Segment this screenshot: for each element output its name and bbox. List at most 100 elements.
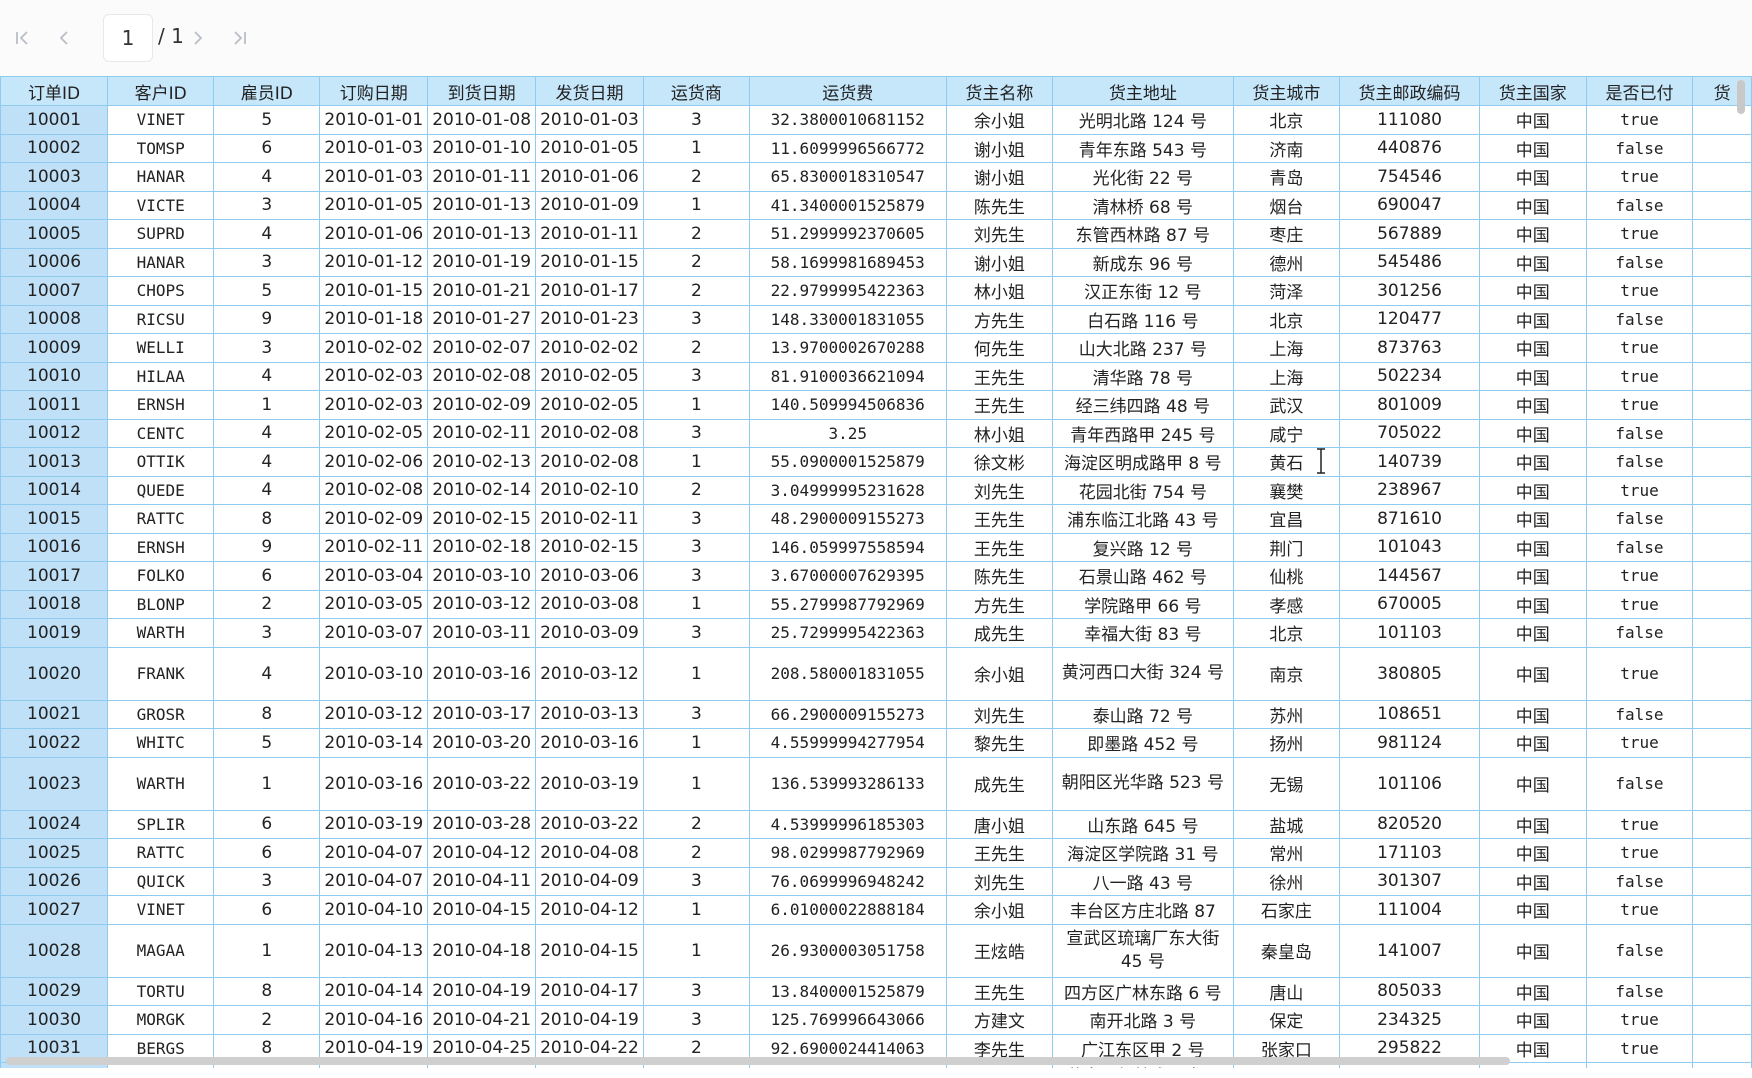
table-cell[interactable]: 中国 [1478, 276, 1587, 306]
table-cell[interactable]: 秦皇岛 [1232, 923, 1341, 978]
table-cell[interactable]: 中国 [1478, 247, 1587, 277]
horizontal-scrollbar[interactable] [0, 1054, 1752, 1068]
table-cell[interactable]: 2010-01-18 [319, 304, 429, 334]
table-cell[interactable]: 中国 [1478, 105, 1587, 135]
table-cell[interactable]: 方先生 [945, 589, 1054, 619]
table-cell[interactable]: 2010-02-10 [535, 475, 644, 505]
table-cell[interactable]: 3 [642, 976, 750, 1006]
table-cell[interactable]: 2010-04-12 [535, 895, 644, 925]
table-cell[interactable]: 中国 [1478, 162, 1587, 192]
table-cell[interactable]: 6 [213, 838, 321, 868]
table-cell[interactable]: 2010-01-23 [535, 304, 644, 334]
table-cell[interactable] [1692, 1005, 1752, 1035]
table-cell[interactable]: 宜昌 [1232, 504, 1341, 534]
table-cell[interactable]: 141007 [1339, 923, 1480, 978]
table-cell[interactable]: 2010-01-03 [319, 133, 429, 163]
table-cell[interactable]: 41.3400001525879 [748, 190, 947, 220]
table-cell[interactable]: true [1585, 475, 1694, 505]
table-cell[interactable]: SUPRD [107, 219, 215, 249]
table-cell[interactable]: 26.9300003051758 [748, 923, 947, 978]
table-cell[interactable]: 3.25 [748, 418, 947, 448]
table-cell[interactable]: 2010-01-15 [535, 247, 644, 277]
table-cell[interactable]: HILAA [107, 361, 215, 391]
table-cell[interactable]: 2 [642, 333, 750, 363]
table-row[interactable]: 10023 WARTH 1 2010-03-16 2010-03-22 2010-03-1… [0, 756, 1752, 811]
table-row[interactable]: 10029 TORTU 8 2010-04-14 2010-04-19 2010-04-1… [0, 976, 1752, 1006]
table-cell[interactable]: 440876 [1339, 133, 1480, 163]
table-cell[interactable]: HANAR [107, 247, 215, 277]
table-cell[interactable]: 4 [213, 361, 321, 391]
table-cell[interactable]: 3 [642, 361, 750, 391]
table-cell[interactable]: 2010-02-14 [427, 475, 537, 505]
table-cell[interactable]: false [1585, 699, 1694, 729]
table-cell[interactable]: 801009 [1339, 390, 1480, 420]
table-cell[interactable]: 10007 [0, 276, 109, 306]
table-cell[interactable]: 王先生 [945, 532, 1054, 562]
table-cell[interactable]: 6.01000022888184 [748, 895, 947, 925]
table-cell[interactable]: 10026 [0, 866, 109, 896]
table-cell[interactable]: 98.0299987792969 [748, 838, 947, 868]
table-cell[interactable]: 中国 [1478, 646, 1587, 701]
table-cell[interactable]: 6 [213, 809, 321, 839]
table-cell[interactable]: 1 [642, 447, 750, 477]
table-cell[interactable]: 清林桥 68 号 [1052, 190, 1234, 220]
table-cell[interactable]: TOMSP [107, 133, 215, 163]
table-cell[interactable]: 208.580001831055 [748, 646, 947, 701]
table-cell[interactable]: 南开北路 3 号 [1052, 1005, 1234, 1035]
table-cell[interactable]: 9 [213, 532, 321, 562]
table-cell[interactable]: true [1585, 838, 1694, 868]
table-cell[interactable] [1692, 561, 1752, 591]
table-cell[interactable]: 2010-02-11 [319, 532, 429, 562]
column-header[interactable]: 货主国家 [1478, 76, 1587, 106]
table-cell[interactable]: 林小姐 [945, 418, 1054, 448]
table-cell[interactable]: 2010-01-10 [427, 133, 537, 163]
table-cell[interactable] [1692, 276, 1752, 306]
table-cell[interactable]: 2010-03-05 [319, 589, 429, 619]
column-header[interactable]: 是否已付 [1585, 76, 1694, 106]
table-cell[interactable]: 10012 [0, 418, 109, 448]
table-cell[interactable]: 中国 [1478, 361, 1587, 391]
table-cell[interactable]: 10020 [0, 646, 109, 701]
table-cell[interactable]: 北京 [1232, 618, 1341, 648]
table-cell[interactable]: ERNSH [107, 390, 215, 420]
column-header[interactable]: 货主城市 [1232, 76, 1341, 106]
last-page-icon[interactable] [224, 18, 256, 54]
table-cell[interactable]: 1 [642, 589, 750, 619]
table-cell[interactable] [1692, 504, 1752, 534]
table-cell[interactable]: 301307 [1339, 866, 1480, 896]
table-cell[interactable]: 873763 [1339, 333, 1480, 363]
table-row[interactable]: 10002 TOMSP 6 2010-01-03 2010-01-10 2010-01-0… [0, 133, 1752, 163]
table-cell[interactable]: 58.1699981689453 [748, 247, 947, 277]
table-cell[interactable]: 2010-02-02 [535, 333, 644, 363]
table-cell[interactable]: 25.7299995422363 [748, 618, 947, 648]
table-cell[interactable]: 3 [642, 866, 750, 896]
table-cell[interactable]: 2010-04-15 [535, 923, 644, 978]
table-cell[interactable]: 中国 [1478, 447, 1587, 477]
table-cell[interactable] [1692, 361, 1752, 391]
table-cell[interactable]: 2010-04-18 [427, 923, 537, 978]
table-cell[interactable]: 光化街 22 号 [1052, 162, 1234, 192]
table-cell[interactable]: 中国 [1478, 418, 1587, 448]
table-row[interactable]: 10028 MAGAA 1 2010-04-13 2010-04-18 2010-04-1… [0, 923, 1752, 978]
table-cell[interactable]: 76.0699996948242 [748, 866, 947, 896]
table-cell[interactable]: 820520 [1339, 809, 1480, 839]
table-cell[interactable]: 10014 [0, 475, 109, 505]
first-page-icon[interactable] [6, 18, 38, 54]
table-cell[interactable] [1692, 699, 1752, 729]
column-header[interactable]: 客户ID [107, 76, 215, 106]
table-cell[interactable]: 中国 [1478, 133, 1587, 163]
table-cell[interactable]: 2010-01-19 [427, 247, 537, 277]
table-cell[interactable]: 2010-04-19 [427, 976, 537, 1006]
column-header[interactable]: 订购日期 [319, 76, 429, 106]
table-cell[interactable]: 2010-04-08 [535, 838, 644, 868]
table-cell[interactable]: 1 [642, 133, 750, 163]
table-cell[interactable]: QUEDE [107, 475, 215, 505]
table-cell[interactable] [1692, 866, 1752, 896]
table-cell[interactable]: 学院路甲 66 号 [1052, 589, 1234, 619]
table-cell[interactable]: 2010-03-12 [535, 646, 644, 701]
table-cell[interactable]: 苏州 [1232, 699, 1341, 729]
table-cell[interactable]: 55.0900001525879 [748, 447, 947, 477]
table-row[interactable]: 10011 ERNSH 1 2010-02-03 2010-02-09 2010-02-0… [0, 390, 1752, 420]
table-cell[interactable]: 2 [642, 276, 750, 306]
prev-page-icon[interactable] [48, 18, 80, 54]
